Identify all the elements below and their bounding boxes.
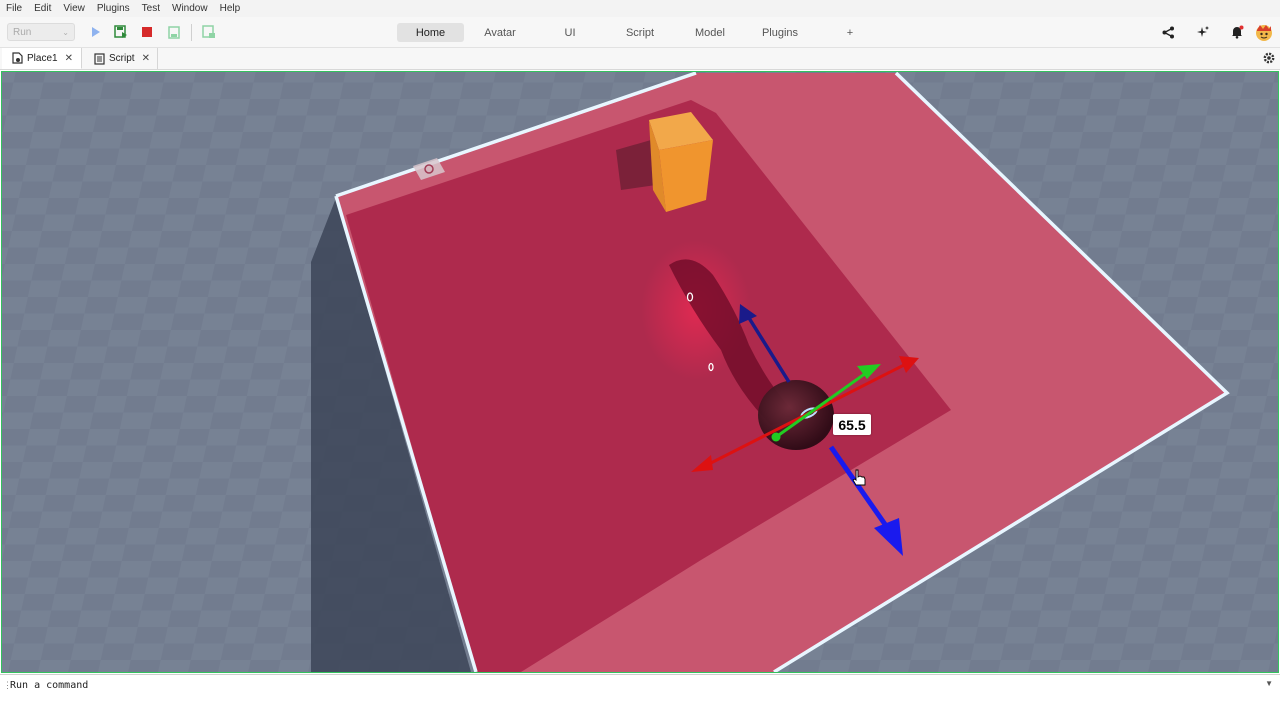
menu-help[interactable]: Help <box>214 3 247 14</box>
save-play-icon <box>114 25 127 38</box>
avatar-button[interactable] <box>1254 22 1274 42</box>
toolbar-separator <box>191 24 192 41</box>
avatar-icon <box>1256 25 1272 41</box>
dark-sphere <box>758 380 834 450</box>
tab-script-document[interactable]: Script ✕ <box>84 48 158 69</box>
menu-bar: File Edit View Plugins Test Window Help <box>0 0 1280 17</box>
sparkle-icon <box>1197 26 1209 37</box>
command-bar: ⋮ ▼ <box>0 674 1280 696</box>
close-icon[interactable]: ✕ <box>65 53 73 64</box>
tab-model[interactable]: Model <box>685 23 735 42</box>
share-icon <box>1162 26 1174 38</box>
menu-plugins[interactable]: Plugins <box>91 3 136 14</box>
save-icon <box>168 25 180 39</box>
menu-view[interactable]: View <box>57 3 91 14</box>
tab-place1[interactable]: Place1 ✕ <box>2 48 82 69</box>
chevron-down-icon: ⌄ <box>62 27 69 37</box>
play-button[interactable] <box>88 25 102 39</box>
menu-edit[interactable]: Edit <box>28 3 57 14</box>
add-tab-button[interactable]: + <box>840 23 860 42</box>
viewport-settings-button[interactable] <box>1262 51 1276 70</box>
document-tab-bar: Place1 ✕ Script ✕ <box>0 48 1280 70</box>
tab-place1-label: Place1 <box>27 52 58 64</box>
settings-gear-icon <box>1263 52 1275 64</box>
notifications-button[interactable] <box>1229 24 1245 40</box>
save-as-icon <box>202 25 215 38</box>
run-mode-select[interactable]: Run ⌄ <box>7 23 75 41</box>
tab-home[interactable]: Home <box>397 23 464 42</box>
stop-button[interactable] <box>140 25 154 39</box>
tab-script[interactable]: Script <box>615 23 665 42</box>
notification-bell-icon <box>1232 25 1244 39</box>
dimension-label: 65.5 <box>833 414 871 435</box>
place-document-icon <box>12 52 23 64</box>
tab-script-label: Script <box>109 53 135 64</box>
play-icon <box>92 27 100 37</box>
close-icon[interactable]: ✕ <box>142 53 150 64</box>
tab-plugins[interactable]: Plugins <box>755 23 805 42</box>
menu-file[interactable]: File <box>0 3 28 14</box>
script-document-icon <box>94 52 105 65</box>
stop-icon <box>142 27 152 37</box>
save-button[interactable] <box>167 25 181 39</box>
command-input[interactable] <box>10 677 1265 693</box>
toolbar: Run ⌄ Home Avatar UI Script Model Plugin… <box>0 17 1280 48</box>
menu-test[interactable]: Test <box>136 3 166 14</box>
run-mode-label: Run <box>13 26 32 38</box>
scene-canvas <box>2 72 1278 672</box>
save-as-button[interactable] <box>202 25 216 39</box>
tab-ui[interactable]: UI <box>550 23 590 42</box>
save-and-play-button[interactable] <box>114 25 128 39</box>
menu-window[interactable]: Window <box>166 3 214 14</box>
share-button[interactable] <box>1160 24 1176 40</box>
tab-avatar[interactable]: Avatar <box>470 23 530 42</box>
3d-viewport[interactable]: 65.5 <box>1 71 1279 673</box>
chevron-down-icon[interactable]: ▼ <box>1265 679 1273 688</box>
assistant-button[interactable] <box>1195 24 1211 40</box>
bottom-blank <box>0 695 1280 720</box>
